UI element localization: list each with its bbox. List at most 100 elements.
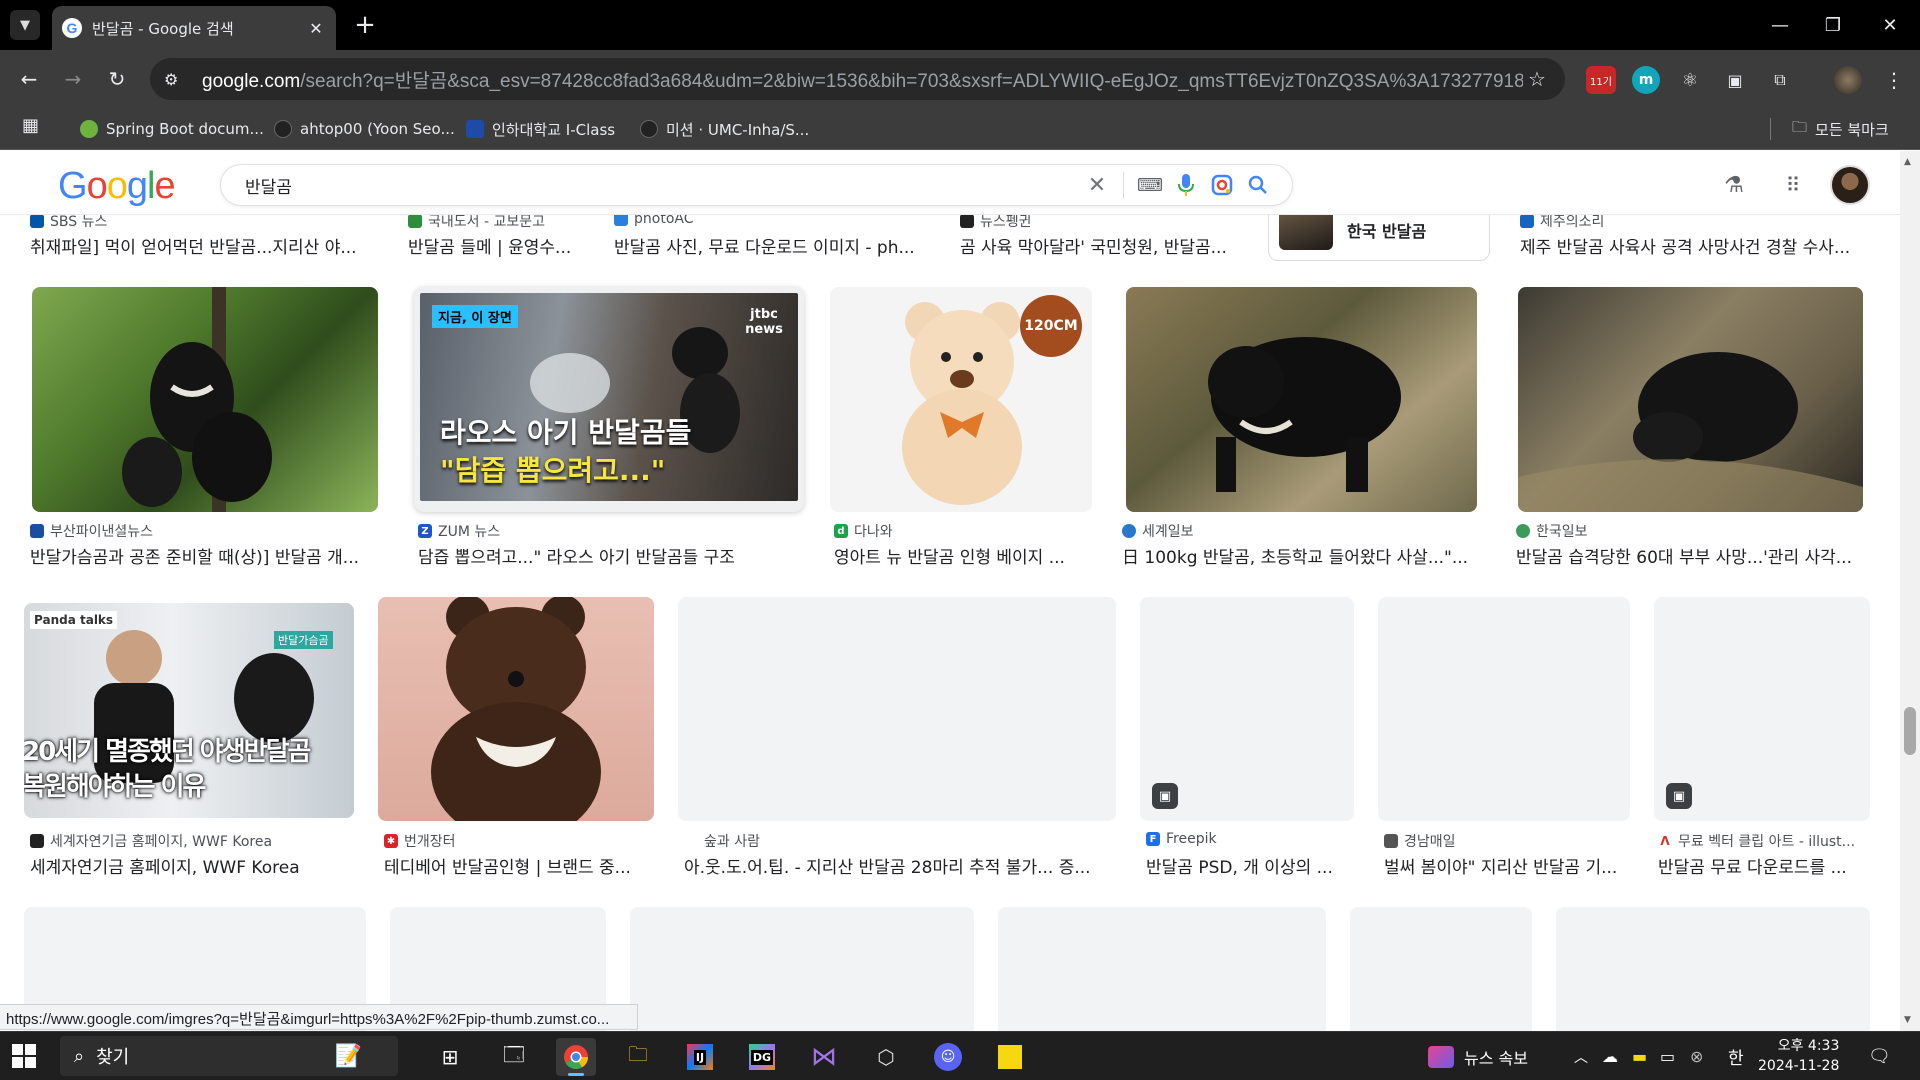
result-image-loading[interactable] bbox=[1350, 907, 1532, 1031]
result-image[interactable] bbox=[32, 287, 378, 512]
site-info-icon[interactable]: ⚙ bbox=[164, 70, 188, 89]
result-title[interactable]: 곰 사육 막아달라' 국민청원, 반달곰... bbox=[960, 233, 1240, 258]
result-source[interactable]: 경남매일 bbox=[1384, 831, 1630, 851]
result-image[interactable] bbox=[378, 597, 654, 821]
microphone-icon[interactable] bbox=[1168, 167, 1204, 203]
notification-center-icon[interactable]: 🗨 bbox=[1868, 1032, 1891, 1080]
discord-app-icon[interactable]: ☺ bbox=[928, 1038, 968, 1076]
kakaotalk-icon[interactable]: ▬ bbox=[1632, 1032, 1647, 1080]
search-icon[interactable] bbox=[1240, 167, 1276, 203]
keyboard-icon[interactable]: ⌨ bbox=[1132, 167, 1168, 203]
result-image-loading[interactable] bbox=[678, 597, 1116, 821]
result-source[interactable]: ✱ 번개장터 bbox=[384, 831, 654, 851]
profile-avatar-icon[interactable] bbox=[1834, 66, 1862, 94]
result-image-loading[interactable] bbox=[1556, 907, 1870, 1031]
result-title[interactable]: 담즙 뽑으려고..." 라오스 아기 반달곰들 구조 bbox=[418, 543, 798, 568]
restore-button[interactable]: ❐ bbox=[1813, 8, 1853, 42]
result-source[interactable]: 부산파이낸셜뉴스 bbox=[30, 521, 380, 541]
result-title[interactable]: 반달곰 무료 다운로드를 ... bbox=[1658, 853, 1868, 878]
windows-start-icon[interactable] bbox=[12, 1044, 36, 1068]
bookmark-umc-mission[interactable]: 미션 · UMC-Inha/S... bbox=[640, 118, 809, 140]
onedrive-icon[interactable]: ☁ bbox=[1602, 1032, 1618, 1080]
new-tab-button[interactable]: + bbox=[350, 10, 380, 40]
reload-button[interactable]: ↻ bbox=[102, 64, 132, 94]
address-bar[interactable]: ⚙ google.com/search?q=반달곰&sca_esv=87428c… bbox=[150, 58, 1565, 100]
intellij-app-icon[interactable]: IJ bbox=[680, 1038, 720, 1076]
result-title[interactable]: 반달곰 PSD, 개 이상의 ... bbox=[1146, 853, 1351, 878]
sticky-notes-app-icon[interactable] bbox=[990, 1038, 1030, 1076]
result-source[interactable]: 세계자연기금 홈페이지, WWF Korea bbox=[30, 831, 360, 851]
url-text[interactable]: google.com/search?q=반달곰&sca_esv=87428cc8… bbox=[202, 66, 1523, 93]
google-logo[interactable]: Google bbox=[58, 165, 176, 208]
extension-m-icon[interactable]: m bbox=[1632, 66, 1660, 94]
google-apps-icon[interactable]: ⠿ bbox=[1775, 167, 1811, 203]
forward-button[interactable]: → bbox=[58, 64, 88, 94]
all-bookmarks-folder[interactable]: 🗀 모든 북마크 bbox=[1792, 118, 1889, 140]
result-title[interactable]: 벌써 봄이야" 지리산 반달곰 기... bbox=[1384, 853, 1630, 878]
result-source[interactable]: 세계일보 bbox=[1122, 521, 1482, 541]
chrome-menu-icon[interactable]: ⋮ bbox=[1880, 66, 1908, 94]
scroll-up-icon[interactable]: ▲ bbox=[1904, 157, 1911, 167]
bookmark-github[interactable]: ahtop00 (Yoon Seo... bbox=[274, 118, 455, 140]
result-title[interactable]: 아.웃.도.어.팁. - 지리산 반달곰 28마리 추적 불가... 증... bbox=[684, 853, 1114, 878]
search-input[interactable] bbox=[245, 175, 1079, 195]
result-image-loading[interactable] bbox=[630, 907, 974, 1031]
result-title[interactable]: 반달곰 사진, 무료 다운로드 이미지 - ph... bbox=[614, 233, 934, 258]
result-source[interactable]: Λ 무료 벡터 클립 아트 - illust... bbox=[1658, 831, 1870, 851]
result-title[interactable]: 테디베어 반달곰인형 | 브랜드 중... bbox=[384, 853, 650, 878]
result-title[interactable]: 제주 반달곰 사육사 공격 사망사건 경찰 수사... bbox=[1520, 233, 1870, 258]
result-source[interactable]: d 다나와 bbox=[834, 521, 1094, 541]
minimize-button[interactable]: — bbox=[1760, 8, 1800, 42]
bookmark-spring-boot[interactable]: Spring Boot docum... bbox=[80, 118, 264, 140]
react-devtools-icon[interactable]: ⚛ bbox=[1676, 66, 1704, 94]
battery-icon[interactable]: ▭ bbox=[1660, 1032, 1675, 1080]
result-image-loading[interactable] bbox=[1378, 597, 1630, 821]
tray-overflow-icon[interactable]: ︿ bbox=[1574, 1032, 1588, 1080]
result-title[interactable]: 日 100kg 반달곰, 초등학교 들어왔다 사살..."... bbox=[1122, 543, 1480, 568]
bookmark-inha-iclass[interactable]: 인하대학교 I-Class bbox=[466, 118, 615, 140]
result-title[interactable]: 반달가슴곰과 공존 준비할 때(상)] 반달곰 개... bbox=[30, 543, 380, 568]
result-image-hovered[interactable]: 지금, 이 장면 jtbc news 라오스 아기 반달곰들 "담즙 뽑으려고.… bbox=[414, 287, 804, 512]
taskbar-clock[interactable]: 오후 4:33 2024-11-28 bbox=[1758, 1036, 1839, 1076]
close-tab-icon[interactable]: ✕ bbox=[306, 19, 326, 38]
network-disconnected-icon[interactable]: ⊗ bbox=[1690, 1032, 1703, 1080]
result-image[interactable] bbox=[1518, 287, 1863, 512]
result-image-loading[interactable]: ▣ bbox=[1140, 597, 1354, 821]
active-tab[interactable]: G 반달곰 - Google 검색 ✕ bbox=[52, 6, 336, 50]
news-widget[interactable]: 뉴스 속보 bbox=[1428, 1032, 1528, 1080]
result-image[interactable]: Panda talks 반달가슴곰 20세기 멸종했던 야생반달곰 복원해야하는… bbox=[24, 603, 354, 818]
file-explorer-app-icon[interactable]: 🗔 bbox=[494, 1038, 534, 1076]
result-image[interactable]: 120CM bbox=[830, 287, 1092, 512]
page-scrollbar[interactable]: ▲ ▼ bbox=[1900, 151, 1920, 1031]
result-image-loading[interactable] bbox=[998, 907, 1326, 1031]
window-close-button[interactable]: ✕ bbox=[1870, 8, 1910, 42]
scroll-down-icon[interactable]: ▼ bbox=[1904, 1015, 1911, 1025]
reading-mode-icon[interactable]: ▣ bbox=[1721, 66, 1749, 94]
virtualbox-app-icon[interactable]: ⬡ bbox=[866, 1038, 906, 1076]
result-source[interactable]: 숲과 사람 bbox=[684, 831, 1114, 851]
result-image-loading[interactable]: ▣ bbox=[1654, 597, 1870, 821]
extensions-puzzle-icon[interactable]: ⧉ bbox=[1766, 66, 1794, 94]
tab-search-button[interactable]: ▼ bbox=[10, 10, 40, 40]
labs-flask-icon[interactable]: ⚗ bbox=[1716, 167, 1752, 203]
chrome-app-icon[interactable] bbox=[556, 1038, 596, 1076]
apps-grid-icon[interactable]: ▦ bbox=[22, 115, 39, 136]
extension-badge-icon[interactable]: 11기 bbox=[1586, 66, 1616, 94]
result-image[interactable] bbox=[1126, 287, 1477, 512]
result-title[interactable]: 영아트 뉴 반달곰 인형 베이지 ... bbox=[834, 543, 1092, 568]
back-button[interactable]: ← bbox=[14, 64, 44, 94]
datagrip-app-icon[interactable]: DG bbox=[742, 1038, 782, 1076]
result-title[interactable]: 취재파일] 먹이 얻어먹던 반달곰...지리산 야... bbox=[30, 233, 375, 258]
result-source[interactable]: Z ZUM 뉴스 bbox=[418, 521, 798, 541]
result-title[interactable]: 반달곰 습격당한 60대 부부 사망...'관리 사각... bbox=[1516, 543, 1868, 568]
result-source[interactable]: 한국일보 bbox=[1516, 521, 1866, 541]
google-lens-icon[interactable] bbox=[1204, 167, 1240, 203]
account-avatar[interactable] bbox=[1830, 165, 1870, 205]
result-title[interactable]: 세계자연기금 홈페이지, WWF Korea bbox=[30, 853, 360, 878]
visual-studio-app-icon[interactable]: ⋈ bbox=[804, 1038, 844, 1076]
task-view-icon[interactable]: ⊞ bbox=[430, 1038, 470, 1076]
clear-search-icon[interactable]: ✕ bbox=[1079, 167, 1115, 203]
result-title[interactable]: 반달곰 들메 | 윤영수... bbox=[408, 233, 583, 258]
folder-app-icon[interactable]: 🗀 bbox=[618, 1038, 658, 1076]
ime-indicator[interactable]: 한 bbox=[1728, 1032, 1744, 1080]
